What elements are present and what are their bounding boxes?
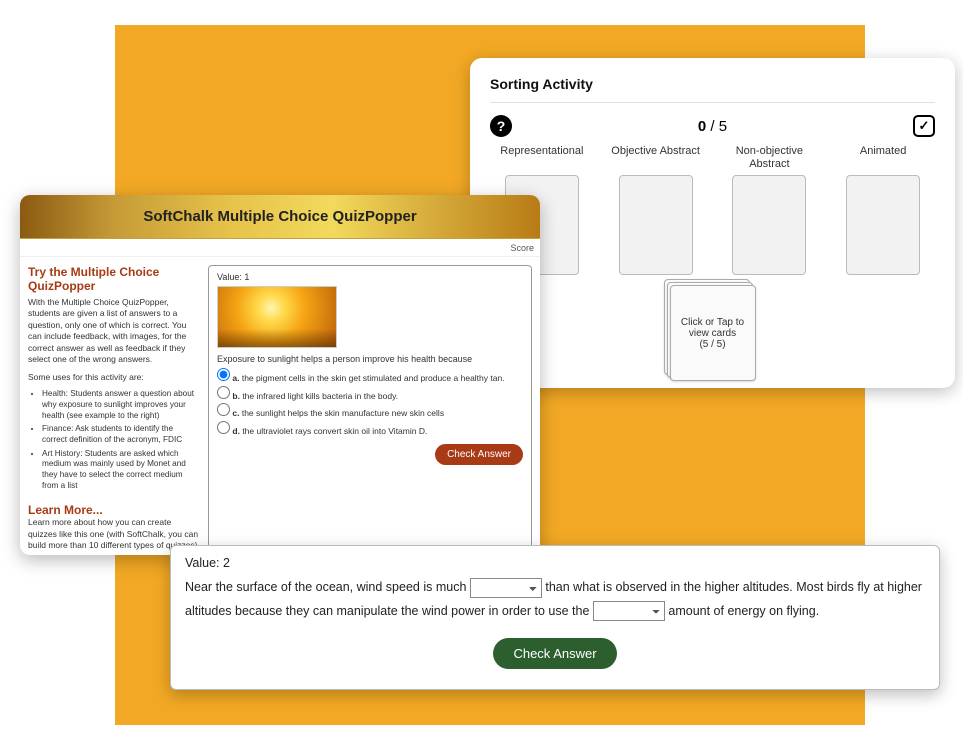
bin-label: Objective Abstract	[604, 145, 708, 171]
option-a[interactable]: a. the pigment cells in the skin get sti…	[217, 368, 523, 386]
list-item: Finance: Ask students to identify the co…	[42, 424, 200, 445]
sorting-score: 0 / 5	[698, 118, 727, 135]
sidebar-intro: With the Multiple Choice QuizPopper, stu…	[28, 297, 200, 366]
list-item: Art History: Students are asked which me…	[42, 449, 200, 492]
quiz-image-sun	[217, 286, 337, 348]
bin-objective-abstract[interactable]: Objective Abstract	[604, 145, 708, 275]
sc-segment-3: amount of energy on flying.	[668, 604, 819, 618]
quiz-box: Value: 1 Exposure to sunlight helps a pe…	[208, 265, 532, 555]
quizpopper-sidebar: Try the Multiple Choice QuizPopper With …	[28, 265, 200, 555]
bin-label: Non-objective Abstract	[718, 145, 822, 171]
score-total: 5	[719, 118, 727, 135]
drop-zone[interactable]	[619, 175, 693, 275]
sc-value: Value: 2	[185, 556, 925, 570]
card-deck[interactable]: Click or Tap to view cards (5 / 5)	[670, 285, 756, 381]
sorting-title: Sorting Activity	[490, 76, 935, 92]
submit-check-icon[interactable]: ✓	[913, 115, 935, 137]
uses-list: Health: Students answer a question about…	[42, 389, 200, 491]
quizpopper-panel: SoftChalk Multiple Choice QuizPopper Sco…	[20, 195, 540, 555]
sorting-activity-panel: Sorting Activity ? 0 / 5 ✓ Representatio…	[470, 58, 955, 388]
list-item: Health: Students answer a question about…	[42, 389, 200, 421]
deck-top-card[interactable]: Click or Tap to view cards (5 / 5)	[670, 285, 756, 381]
option-d[interactable]: d. the ultraviolet rays convert skin oil…	[217, 421, 523, 439]
radio-input[interactable]	[217, 386, 230, 399]
option-c[interactable]: c. the sunlight helps the skin manufactu…	[217, 403, 523, 421]
blank-2-select[interactable]	[593, 601, 665, 621]
radio-input[interactable]	[217, 403, 230, 416]
radio-input[interactable]	[217, 368, 230, 381]
help-icon[interactable]: ?	[490, 115, 512, 137]
quiz-value: Value: 1	[217, 272, 523, 282]
quizpopper-banner: SoftChalk Multiple Choice QuizPopper	[20, 195, 540, 239]
deck-label: Click or Tap to view cards (5 / 5)	[675, 317, 751, 350]
check-answer-button[interactable]: Check Answer	[435, 444, 523, 465]
sentence-completion-panel: Value: 2 Near the surface of the ocean, …	[170, 545, 940, 690]
bin-label: Animated	[831, 145, 935, 171]
bin-animated[interactable]: Animated	[831, 145, 935, 275]
sorting-bins: Representational Objective Abstract Non-…	[490, 145, 935, 275]
sidebar-heading: Try the Multiple Choice QuizPopper	[28, 265, 200, 293]
drop-zone[interactable]	[732, 175, 806, 275]
learn-more-heading: Learn More...	[28, 503, 200, 517]
blank-1-select[interactable]	[470, 578, 542, 598]
uses-intro: Some uses for this activity are:	[28, 372, 200, 383]
score-label: Score	[510, 243, 534, 253]
bin-label: Representational	[490, 145, 594, 171]
quiz-question: Exposure to sunlight helps a person impr…	[217, 354, 523, 364]
sc-segment-1: Near the surface of the ocean, wind spee…	[185, 580, 470, 594]
drop-zone[interactable]	[846, 175, 920, 275]
sc-sentence: Near the surface of the ocean, wind spee…	[185, 576, 925, 624]
option-b[interactable]: b. the infrared light kills bacteria in …	[217, 386, 523, 404]
check-answer-button[interactable]: Check Answer	[493, 638, 616, 669]
quiz-options: a. the pigment cells in the skin get sti…	[217, 368, 523, 438]
score-current: 0	[698, 118, 706, 135]
radio-input[interactable]	[217, 421, 230, 434]
bin-nonobjective-abstract[interactable]: Non-objective Abstract	[718, 145, 822, 275]
divider	[490, 102, 935, 103]
